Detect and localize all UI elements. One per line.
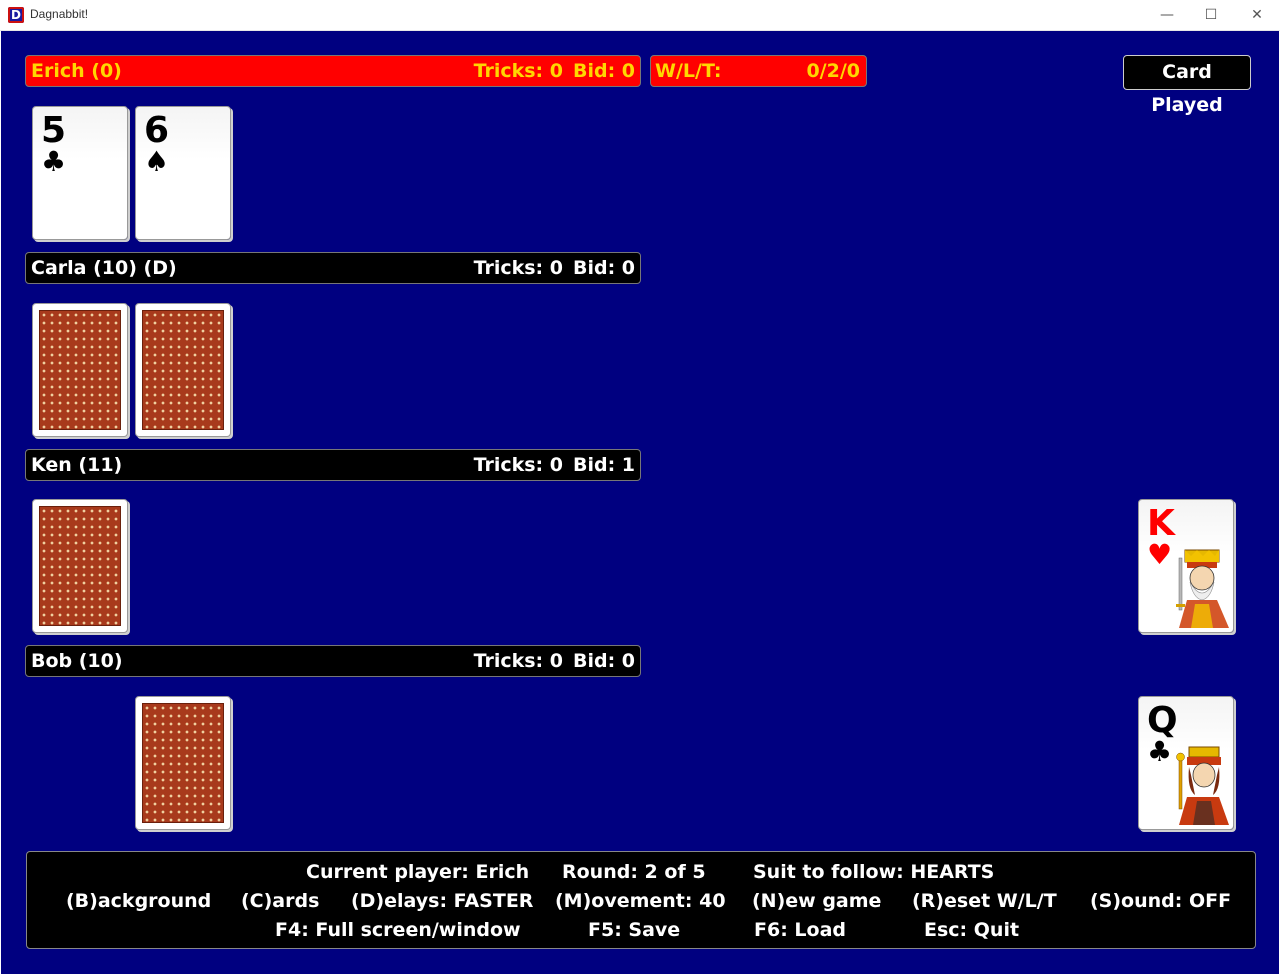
player-name: Bob (10)	[31, 650, 123, 672]
player-bar-erich: Erich (0) Tricks: 0 Bid: 0	[25, 55, 641, 87]
spade-icon: ♠	[144, 145, 170, 178]
card-back	[135, 303, 231, 437]
club-icon: ♣	[41, 145, 67, 178]
card-back	[32, 303, 128, 437]
player-name: Erich (0)	[31, 60, 122, 82]
round-status: Round: 2 of 5	[562, 861, 706, 883]
card-played-label: Card Played	[1123, 55, 1251, 116]
title-bar: D Dagnabbit! — ☐ ✕	[0, 0, 1280, 31]
player-bar-carla: Carla (10) (D) Tricks: 0 Bid: 0	[25, 252, 641, 284]
queen-of-clubs-icon	[1176, 746, 1229, 825]
quit-option[interactable]: Esc: Quit	[924, 918, 1019, 942]
card-back-pattern	[142, 310, 224, 430]
game-table: Erich (0) Tricks: 0 Bid: 0 W/L/T: 0/2/0 …	[1, 31, 1279, 974]
player-name: Carla (10) (D)	[31, 257, 177, 279]
hand-card[interactable]: 6 ♠	[135, 106, 231, 240]
status-panel: Current player: Erich Round: 2 of 5 Suit…	[26, 851, 1256, 949]
cards-option[interactable]: (C)ards	[241, 889, 319, 913]
card-back-pattern	[39, 310, 121, 430]
wlt-bar: W/L/T: 0/2/0	[650, 55, 867, 87]
played-card-king-hearts: K ♥	[1138, 499, 1234, 633]
player-bid: Bid: 0	[572, 60, 635, 82]
card-back	[135, 696, 231, 830]
card-back-pattern	[39, 506, 121, 626]
played-card-queen-clubs: Q ♣	[1138, 696, 1234, 830]
club-icon: ♣	[1147, 735, 1173, 768]
fullscreen-option[interactable]: F4: Full screen/window	[275, 918, 521, 942]
player-tricks: Tricks: 0	[473, 257, 563, 279]
suit-to-follow-status: Suit to follow: HEARTS	[753, 861, 995, 883]
card-back-pattern	[142, 703, 224, 823]
close-button[interactable]: ✕	[1234, 0, 1280, 30]
player-tricks: Tricks: 0	[473, 60, 563, 82]
new-game-option[interactable]: (N)ew game	[752, 889, 881, 913]
wlt-label: W/L/T:	[655, 60, 722, 82]
player-tricks: Tricks: 0	[473, 454, 563, 476]
player-bid: Bid: 1	[572, 454, 635, 476]
app-icon: D	[8, 7, 24, 23]
movement-option[interactable]: (M)ovement: 40	[555, 889, 726, 913]
maximize-button[interactable]: ☐	[1188, 0, 1234, 30]
player-bid: Bid: 0	[572, 257, 635, 279]
card-back	[32, 499, 128, 633]
save-option[interactable]: F5: Save	[588, 918, 680, 942]
window-title: Dagnabbit!	[30, 7, 89, 21]
current-player-status: Current player: Erich	[306, 861, 530, 883]
background-option[interactable]: (B)ackground	[66, 889, 211, 913]
delays-option[interactable]: (D)elays: FASTER	[351, 889, 533, 913]
king-of-hearts-icon	[1176, 549, 1229, 628]
minimize-button[interactable]: —	[1144, 0, 1190, 30]
player-bid: Bid: 0	[572, 650, 635, 672]
heart-icon: ♥	[1147, 538, 1173, 571]
player-bar-ken: Ken (11) Tricks: 0 Bid: 1	[25, 449, 641, 481]
player-name: Ken (11)	[31, 454, 123, 476]
wlt-value: 0/2/0	[806, 60, 860, 82]
player-bar-bob: Bob (10) Tricks: 0 Bid: 0	[25, 645, 641, 677]
sound-option[interactable]: (S)ound: OFF	[1090, 889, 1231, 913]
reset-wlt-option[interactable]: (R)eset W/L/T	[912, 889, 1057, 913]
load-option[interactable]: F6: Load	[754, 918, 846, 942]
hand-card[interactable]: 5 ♣	[32, 106, 128, 240]
player-tricks: Tricks: 0	[473, 650, 563, 672]
